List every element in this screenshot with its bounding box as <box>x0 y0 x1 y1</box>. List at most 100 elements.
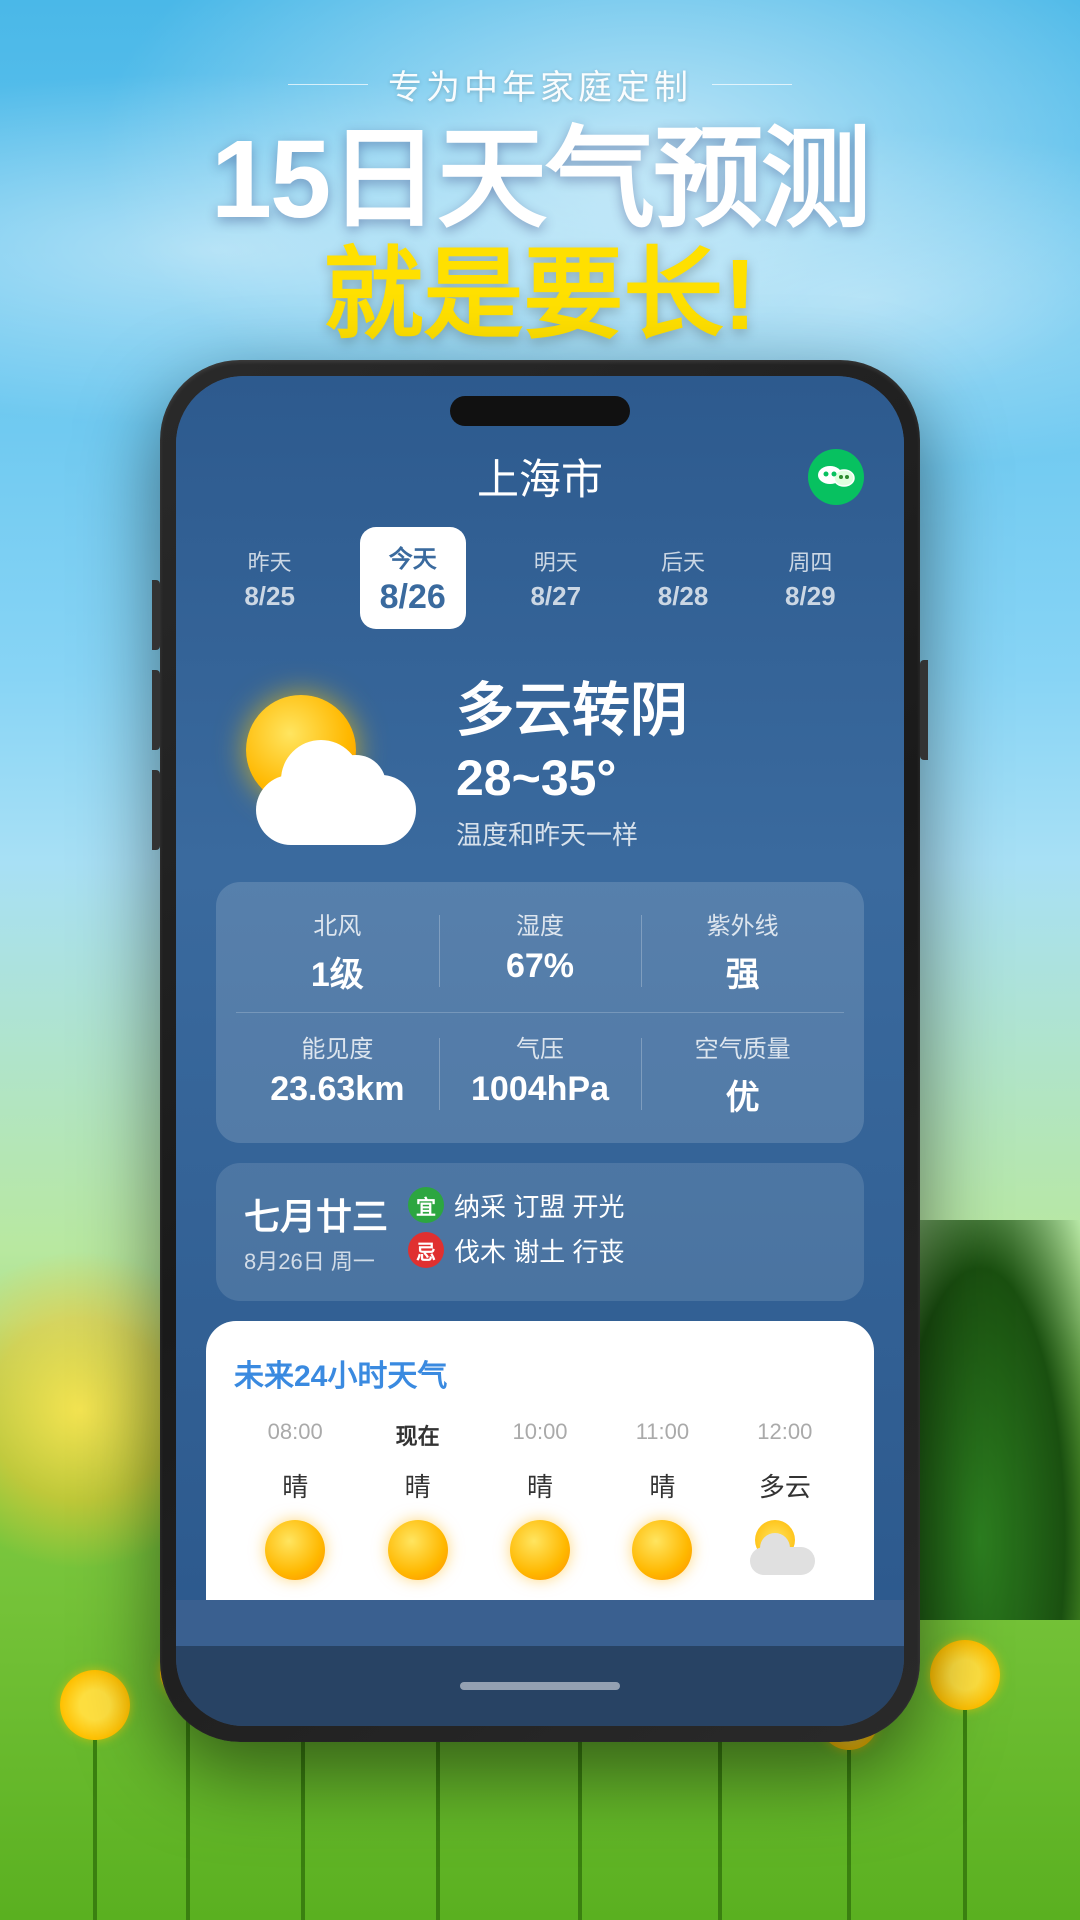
hour-condition-3: 晴 <box>601 1467 723 1504</box>
date-tabs: 昨天 8/25 今天 8/26 明天 8/27 后天 8/28 <box>206 527 874 629</box>
wechat-icon[interactable] <box>808 449 864 505</box>
hour-sun-icon-0 <box>265 1520 325 1580</box>
hour-item-2: 10:00 <box>479 1419 601 1457</box>
almanac-good-items: 纳采 订盟 开光 <box>454 1187 624 1224</box>
promo-section: 专为中年家庭定制 15日天气预测 就是要长! <box>0 0 1080 350</box>
tab-yesterday[interactable]: 昨天 8/25 <box>232 537 307 620</box>
stats-grid: 北风 1级 湿度 67% 紫外线 强 <box>216 882 864 1143</box>
weather-temp: 28~35° <box>456 749 854 807</box>
hour-time-2: 10:00 <box>479 1419 601 1445</box>
tab-day-after-date: 8/28 <box>658 581 709 612</box>
phone-screen: 上海市 <box>176 376 904 1726</box>
hour-sun-icon-3 <box>632 1520 692 1580</box>
city-name: 上海市 <box>477 446 603 507</box>
volume-up-button <box>152 670 160 750</box>
hour-cond-0: 晴 <box>234 1467 356 1504</box>
almanac-solar: 8月26日 周一 <box>244 1244 388 1276</box>
hour-icon-item-0 <box>234 1520 356 1580</box>
tab-today-label: 今天 <box>389 539 437 574</box>
hourly-icons-row <box>234 1520 846 1580</box>
stats-row-2: 能见度 23.63km 气压 1004hPa 空气质量 优 <box>236 1012 844 1119</box>
tab-thursday-date: 8/29 <box>785 581 836 612</box>
phone-outer: 上海市 <box>160 360 920 1742</box>
tab-today-date: 8/26 <box>380 578 446 617</box>
stat-visibility-label: 能见度 <box>236 1029 439 1064</box>
almanac-good-row: 宜 纳采 订盟 开光 <box>408 1187 836 1224</box>
hour-condition-1: 晴 <box>356 1467 478 1504</box>
hourly-title: 未来24小时天气 <box>234 1351 846 1395</box>
stat-visibility: 能见度 23.63km <box>236 1029 439 1119</box>
promo-subtitle: 专为中年家庭定制 <box>0 60 1080 109</box>
main-title: 15日天气预测 <box>0 119 1080 240</box>
hour-sun-icon-2 <box>510 1520 570 1580</box>
home-bar <box>176 1646 904 1726</box>
stat-uv: 紫外线 强 <box>641 906 844 996</box>
tab-today[interactable]: 今天 8/26 <box>360 527 466 629</box>
hour-time-3: 11:00 <box>601 1419 723 1445</box>
tab-day-after[interactable]: 后天 8/28 <box>646 537 721 620</box>
hour-time-1: 现在 <box>356 1419 478 1451</box>
stat-pressure-value: 1004hPa <box>439 1070 642 1109</box>
subtitle-text: 专为中年家庭定制 <box>388 60 692 109</box>
weather-description: 多云转阴 28~35° 温度和昨天一样 <box>456 679 854 852</box>
tab-tomorrow[interactable]: 明天 8/27 <box>518 537 593 620</box>
stat-pressure-label: 气压 <box>439 1029 642 1064</box>
hour-item-3: 11:00 <box>601 1419 723 1457</box>
hour-cond-4: 多云 <box>724 1467 846 1504</box>
stat-wind-label: 北风 <box>236 906 439 941</box>
stat-humidity: 湿度 67% <box>439 906 642 996</box>
hour-item-0: 08:00 <box>234 1419 356 1457</box>
hour-time-0: 08:00 <box>234 1419 356 1445</box>
hour-icon-item-1 <box>356 1520 478 1580</box>
tab-day-after-label: 后天 <box>661 545 705 577</box>
stat-wind: 北风 1级 <box>236 906 439 996</box>
stat-visibility-value: 23.63km <box>236 1070 439 1109</box>
hour-item-4: 12:00 <box>724 1419 846 1457</box>
subtitle-line-left <box>288 84 368 85</box>
hour-condition-4: 多云 <box>724 1467 846 1504</box>
hour-icon-item-3 <box>601 1520 723 1580</box>
power-button <box>920 660 928 760</box>
hourly-section: 未来24小时天气 08:00 现在 10:00 11:00 <box>206 1321 874 1600</box>
hour-sun-cloud-icon-4 <box>750 1520 820 1575</box>
tab-thursday-label: 周四 <box>788 545 832 577</box>
hour-icon-item-4 <box>724 1520 846 1580</box>
volume-down-button <box>152 770 160 850</box>
mute-button <box>152 580 160 650</box>
tab-yesterday-label: 昨天 <box>248 545 292 577</box>
tab-yesterday-date: 8/25 <box>244 581 295 612</box>
hour-item-1: 现在 <box>356 1419 478 1457</box>
hour-cond-3: 晴 <box>601 1467 723 1504</box>
stat-air-quality-label: 空气质量 <box>641 1029 844 1064</box>
stat-wind-value: 1级 <box>236 947 439 996</box>
phone-mockup: 上海市 <box>160 360 920 1742</box>
weather-icon <box>226 685 426 845</box>
hour-cond-1: 晴 <box>356 1467 478 1504</box>
hour-condition-0: 晴 <box>234 1467 356 1504</box>
weather-condition: 多云转阴 <box>456 679 854 743</box>
app-screen: 上海市 <box>176 376 904 1600</box>
stat-humidity-label: 湿度 <box>439 906 642 941</box>
hour-time-4: 12:00 <box>724 1419 846 1445</box>
stat-air-quality: 空气质量 优 <box>641 1029 844 1119</box>
stat-air-quality-value: 优 <box>641 1070 844 1119</box>
almanac-bad-items: 伐木 谢土 行丧 <box>454 1232 624 1269</box>
hour-cond-2: 晴 <box>479 1467 601 1504</box>
cloud-icon <box>256 775 416 845</box>
hourly-times-row: 08:00 现在 10:00 11:00 12:00 <box>234 1419 846 1457</box>
stat-uv-value: 强 <box>641 947 844 996</box>
stat-uv-label: 紫外线 <box>641 906 844 941</box>
almanac-bad-badge: 忌 <box>408 1232 444 1268</box>
mini-cloud <box>750 1547 815 1575</box>
subtitle-line-right <box>712 84 792 85</box>
almanac-good-label: 宜 <box>416 1191 436 1220</box>
stat-humidity-value: 67% <box>439 947 642 986</box>
hour-condition-2: 晴 <box>479 1467 601 1504</box>
almanac-bad-label: 忌 <box>416 1236 436 1265</box>
almanac-good-badge: 宜 <box>408 1187 444 1223</box>
almanac-bad-row: 忌 伐木 谢土 行丧 <box>408 1232 836 1269</box>
sub-title-yellow: 就是要长! <box>0 240 1080 350</box>
tab-thursday[interactable]: 周四 8/29 <box>773 537 848 620</box>
almanac-date: 七月廿三 8月26日 周一 <box>244 1188 388 1276</box>
stats-row-1: 北风 1级 湿度 67% 紫外线 强 <box>236 906 844 996</box>
